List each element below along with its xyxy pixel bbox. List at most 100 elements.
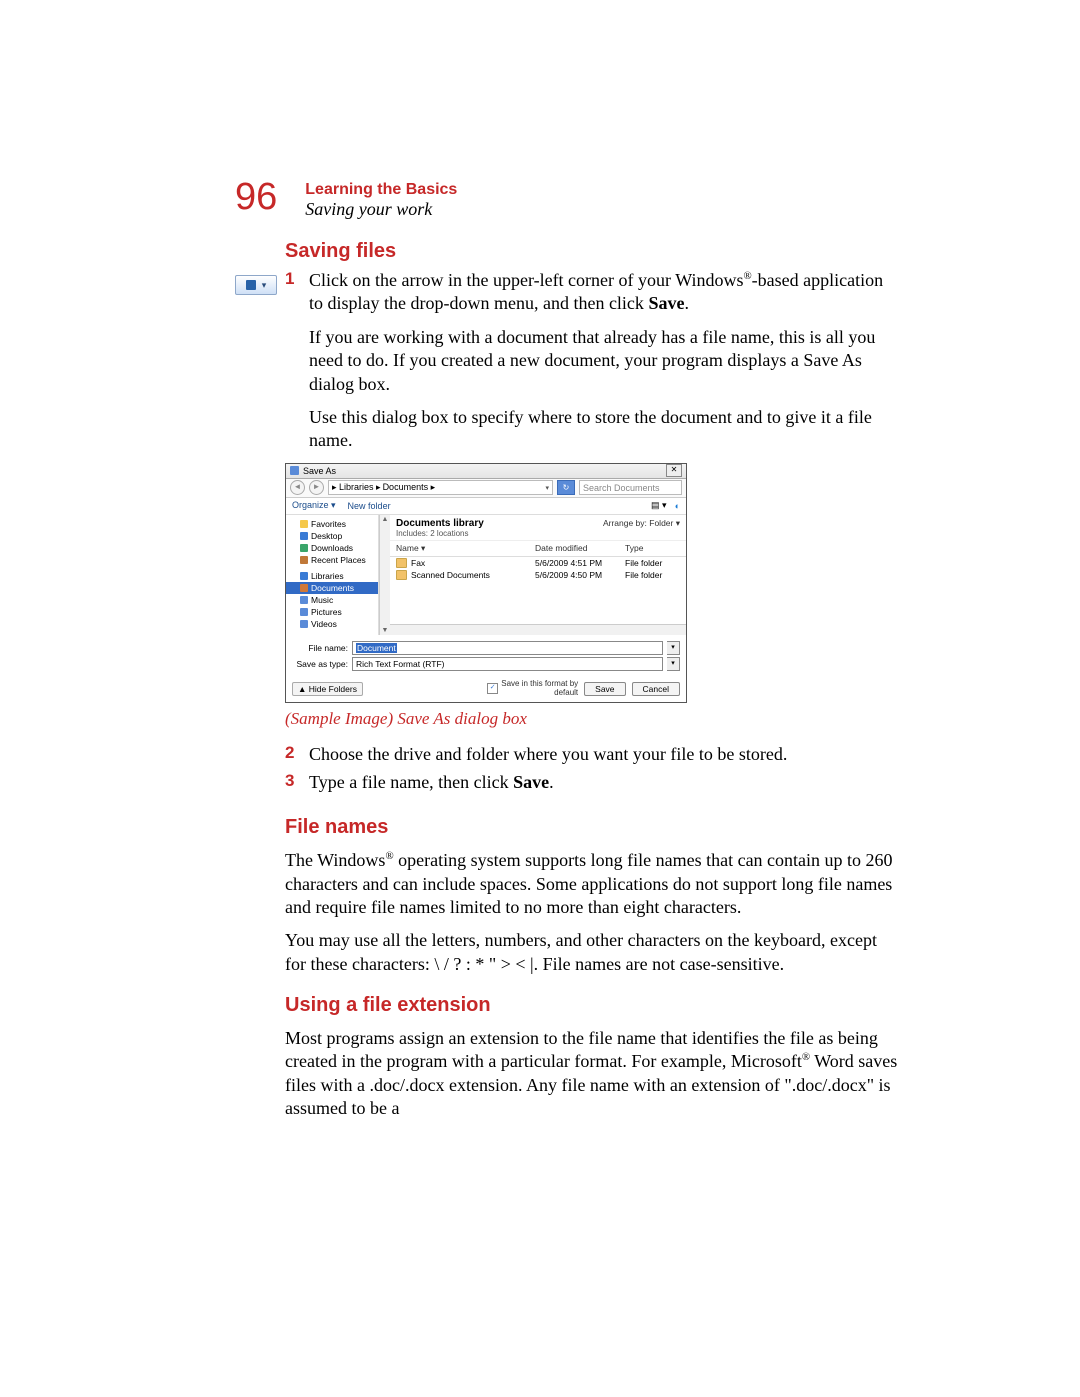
col-type[interactable]: Type bbox=[625, 543, 680, 554]
row-name: Scanned Documents bbox=[411, 570, 535, 580]
sidebar-label: Desktop bbox=[311, 531, 342, 541]
row-name: Fax bbox=[411, 558, 535, 568]
file-name-label: File name: bbox=[292, 643, 348, 653]
dialog-title-bar: Save As ✕ bbox=[286, 464, 686, 479]
content: Saving files 1 Click on the arrow in the… bbox=[285, 240, 900, 1121]
folder-icon bbox=[396, 558, 407, 568]
star-icon bbox=[300, 520, 308, 528]
column-headers: Name ▾ Date modified Type bbox=[390, 541, 686, 557]
cancel-button[interactable]: Cancel bbox=[632, 682, 680, 696]
sidebar-favorites[interactable]: Favorites bbox=[286, 518, 378, 530]
sidebar-music[interactable]: Music bbox=[286, 594, 378, 606]
file-name-input[interactable]: Document bbox=[352, 641, 663, 655]
sidebar-computer[interactable]: Computer bbox=[286, 634, 378, 635]
path-dropdown-icon[interactable]: ▾ bbox=[545, 484, 549, 492]
search-placeholder: Search Documents bbox=[583, 483, 660, 493]
nav-forward-button[interactable]: ► bbox=[309, 480, 324, 495]
sidebar-label: Downloads bbox=[311, 543, 353, 553]
sidebar-pictures[interactable]: Pictures bbox=[286, 606, 378, 618]
file-names-para-1: The Windows® operating system supports l… bbox=[285, 849, 900, 919]
folder-icon bbox=[396, 570, 407, 580]
sidebar-label: Recent Places bbox=[311, 555, 366, 565]
new-folder-button[interactable]: New folder bbox=[348, 501, 391, 511]
downloads-icon bbox=[300, 544, 308, 552]
nav-back-button[interactable]: ◄ bbox=[290, 480, 305, 495]
library-title: Documents library bbox=[396, 518, 484, 529]
col-date[interactable]: Date modified bbox=[535, 543, 625, 554]
arrange-by[interactable]: Arrange by: Folder ▾ bbox=[603, 518, 680, 529]
save-type-select[interactable]: Rich Text Format (RTF) bbox=[352, 657, 663, 671]
sidebar-desktop[interactable]: Desktop bbox=[286, 530, 378, 542]
file-names-p1-a: The Windows bbox=[285, 850, 385, 870]
sidebar-documents[interactable]: Documents bbox=[286, 582, 378, 594]
organize-menu[interactable]: Organize ▾ bbox=[292, 500, 336, 511]
page-number: 96 bbox=[235, 178, 277, 216]
row-date: 5/6/2009 4:51 PM bbox=[535, 558, 625, 568]
desktop-icon bbox=[300, 532, 308, 540]
dialog-title: Save As bbox=[303, 466, 336, 476]
close-button[interactable]: ✕ bbox=[666, 464, 682, 477]
row-type: File folder bbox=[625, 570, 680, 580]
arrange-value: Folder ▾ bbox=[649, 518, 680, 528]
paragraph-existing-file: If you are working with a document that … bbox=[309, 326, 900, 396]
chk-label-a: Save in this format by bbox=[501, 679, 578, 688]
step-number-3: 3 bbox=[285, 771, 309, 794]
sidebar-scrollbar[interactable]: ▲ ▼ bbox=[379, 515, 390, 635]
path-seg-documents: Documents ▸ bbox=[383, 482, 436, 493]
help-icon[interactable]: ◐ bbox=[675, 501, 680, 511]
save-type-dropdown[interactable]: ▾ bbox=[667, 657, 680, 671]
sidebar-libraries[interactable]: Libraries bbox=[286, 570, 378, 582]
registered-mark: ® bbox=[743, 270, 751, 282]
refresh-button[interactable]: ↻ bbox=[557, 480, 575, 495]
videos-icon bbox=[300, 620, 308, 628]
using-ext-para: Most programs assign an extension to the… bbox=[285, 1027, 900, 1121]
step-number-1: 1 bbox=[285, 269, 309, 316]
sidebar-recent[interactable]: Recent Places bbox=[286, 554, 378, 566]
documents-icon bbox=[300, 584, 308, 592]
save-button[interactable]: Save bbox=[584, 682, 625, 696]
dialog-bottom-bar: ▲ Hide Folders ✓ Save in this format by … bbox=[286, 677, 686, 703]
search-input[interactable]: Search Documents bbox=[579, 480, 682, 495]
file-name-dropdown[interactable]: ▾ bbox=[667, 641, 680, 655]
save-as-dialog: Save As ✕ ◄ ► ▸ Libraries ▸ Documents ▸ … bbox=[285, 463, 687, 704]
scroll-up-icon[interactable]: ▲ bbox=[382, 516, 389, 523]
file-row[interactable]: Scanned Documents 5/6/2009 4:50 PM File … bbox=[390, 569, 686, 581]
heading-using-extension: Using a file extension bbox=[285, 994, 900, 1017]
dialog-toolbar: Organize ▾ New folder ▤ ▾ ◐ bbox=[286, 498, 686, 515]
registered-mark: ® bbox=[802, 1051, 810, 1063]
save-type-value: Rich Text Format (RTF) bbox=[356, 659, 444, 669]
chk-label-b: default bbox=[554, 688, 578, 697]
section-title: Saving your work bbox=[305, 199, 457, 221]
dialog-app-icon bbox=[290, 466, 299, 475]
step-1-bold: Save bbox=[648, 293, 684, 313]
sidebar-downloads[interactable]: Downloads bbox=[286, 542, 378, 554]
heading-saving-files: Saving files bbox=[285, 240, 900, 263]
scroll-down-icon[interactable]: ▼ bbox=[382, 627, 389, 634]
file-row[interactable]: Fax 5/6/2009 4:51 PM File folder bbox=[390, 557, 686, 569]
pictures-icon bbox=[300, 608, 308, 616]
view-mode-icon[interactable]: ▤ ▾ bbox=[651, 500, 667, 511]
checkbox-icon: ✓ bbox=[487, 683, 498, 694]
sidebar-label: Favorites bbox=[311, 519, 346, 529]
sidebar-videos[interactable]: Videos bbox=[286, 618, 378, 630]
sidebar-label: Pictures bbox=[311, 607, 342, 617]
sidebar-label: Documents bbox=[311, 583, 354, 593]
step-2: 2 Choose the drive and folder where you … bbox=[285, 743, 900, 766]
row-date: 5/6/2009 4:50 PM bbox=[535, 570, 625, 580]
chapter-title: Learning the Basics bbox=[305, 180, 457, 199]
col-name[interactable]: Name ▾ bbox=[396, 543, 535, 554]
figure-caption: (Sample Image) Save As dialog box bbox=[285, 709, 900, 729]
horizontal-scrollbar[interactable] bbox=[390, 624, 686, 635]
hide-folders-label: Hide Folders bbox=[309, 684, 357, 694]
save-type-row: Save as type: Rich Text Format (RTF) ▾ bbox=[292, 657, 680, 671]
paragraph-use-dialog: Use this dialog box to specify where to … bbox=[309, 406, 900, 453]
dialog-body: Favorites Desktop Downloads Recent Place… bbox=[286, 515, 686, 635]
sidebar-places: Favorites Desktop Downloads Recent Place… bbox=[286, 515, 379, 635]
breadcrumb-path[interactable]: ▸ Libraries ▸ Documents ▸ ▾ bbox=[328, 480, 553, 495]
step-2-text: Choose the drive and folder where you wa… bbox=[309, 743, 787, 766]
file-listing-pane: Documents library Includes: 2 locations … bbox=[390, 515, 686, 635]
arrange-label: Arrange by: bbox=[603, 518, 647, 528]
default-format-checkbox[interactable]: ✓ Save in this format by default bbox=[487, 680, 578, 698]
hide-folders-button[interactable]: ▲ Hide Folders bbox=[292, 682, 363, 696]
step-3-bold: Save bbox=[513, 772, 549, 792]
